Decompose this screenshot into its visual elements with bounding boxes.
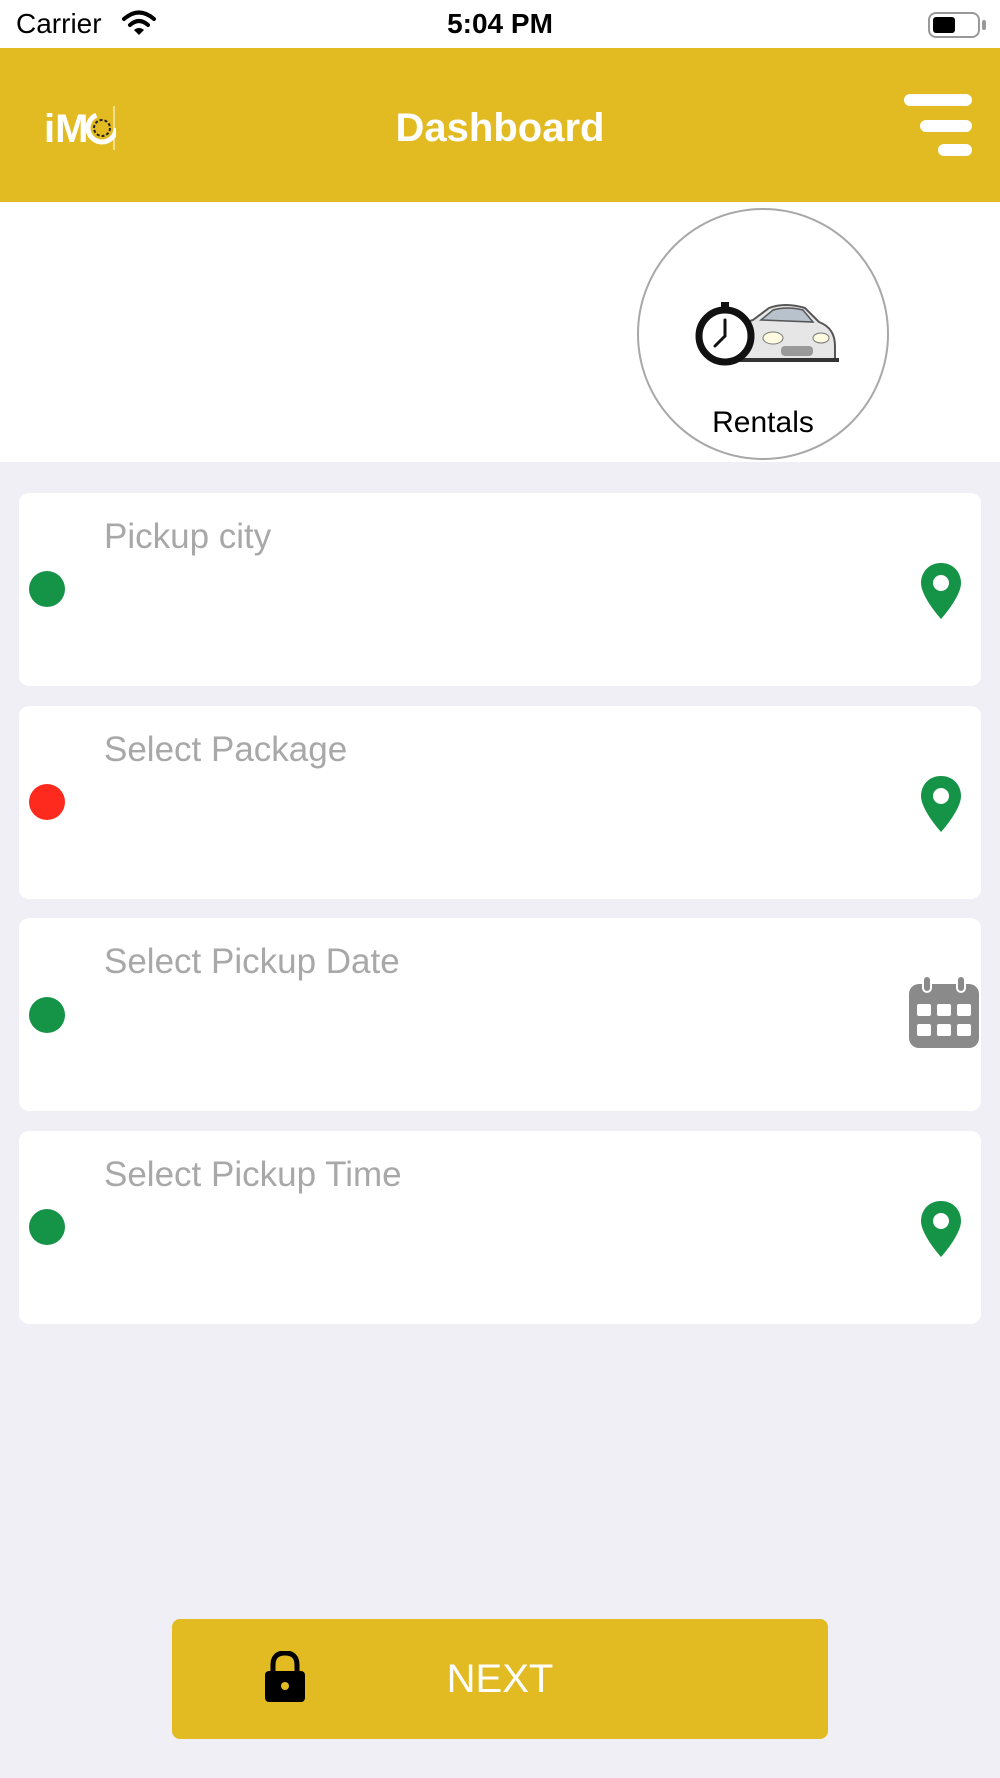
- select-pickup-date-field[interactable]: Select Pickup Date: [19, 918, 981, 1111]
- status-dot: [29, 1209, 65, 1245]
- status-dot: [29, 571, 65, 607]
- status-time: 5:04 PM: [447, 8, 553, 39]
- status-dot: [29, 784, 65, 820]
- car-clock-icon: [695, 298, 839, 375]
- pickup-city-placeholder: Pickup city: [104, 517, 272, 556]
- status-bar: Carrier 5:04 PM: [0, 0, 1000, 48]
- rentals-service-button[interactable]: Rentals: [637, 208, 889, 460]
- next-button-label: NEXT: [446, 1657, 554, 1701]
- select-pickup-date-placeholder: Select Pickup Date: [104, 942, 400, 981]
- page-title: Dashboard: [395, 106, 605, 150]
- select-package-placeholder: Select Package: [104, 730, 348, 769]
- location-pin-icon[interactable]: [919, 561, 963, 626]
- status-dot: [29, 997, 65, 1033]
- next-button[interactable]: NEXT: [172, 1619, 828, 1739]
- select-pickup-time-placeholder: Select Pickup Time: [104, 1155, 402, 1194]
- rentals-label: Rentals: [712, 406, 814, 439]
- location-pin-icon[interactable]: [919, 1199, 963, 1264]
- select-package-field[interactable]: Select Package: [19, 706, 981, 899]
- menu-icon[interactable]: [900, 94, 972, 158]
- calendar-icon[interactable]: [907, 975, 981, 1055]
- pickup-city-field[interactable]: Pickup city: [19, 493, 981, 686]
- location-pin-icon[interactable]: [919, 774, 963, 839]
- service-selector: Rentals: [0, 202, 1000, 462]
- select-pickup-time-field[interactable]: Select Pickup Time: [19, 1131, 981, 1324]
- battery-icon: [928, 12, 988, 43]
- app-header: iM Dashboard: [0, 48, 1000, 202]
